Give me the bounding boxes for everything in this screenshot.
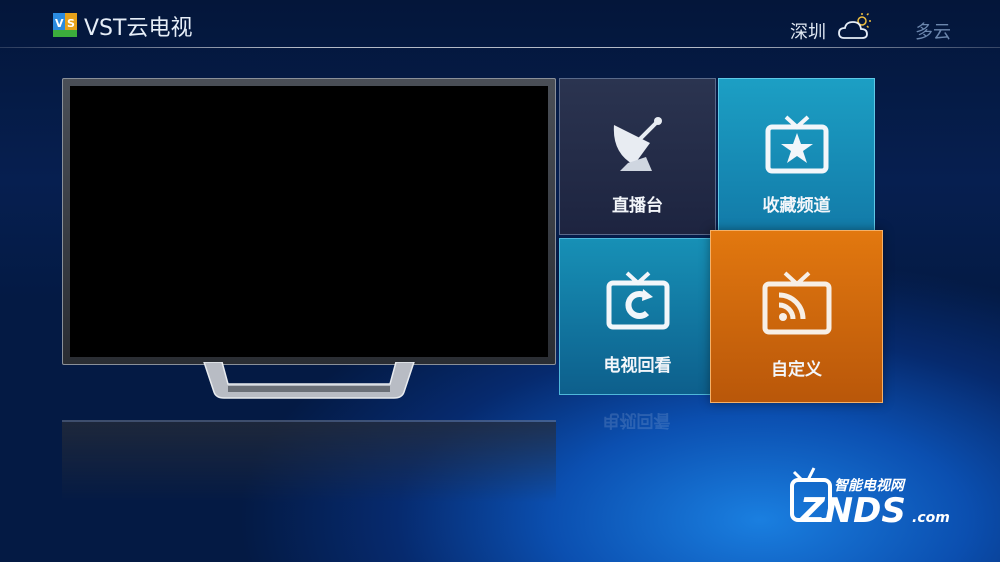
vst-logo-icon: V S — [53, 13, 77, 37]
tv-reflection — [62, 420, 556, 502]
satellite-dish-icon — [613, 117, 662, 171]
watermark-brand: ZNDS — [799, 491, 906, 530]
tv-preview-frame — [62, 78, 556, 365]
watermark-suffix: .com — [912, 510, 950, 526]
app-title: VST云电视 — [84, 16, 193, 41]
svg-text:V: V — [55, 17, 64, 30]
tv-stand — [203, 362, 415, 399]
tile-favorites[interactable]: 收藏频道 — [718, 78, 875, 235]
tv-preview-screen[interactable] — [70, 86, 548, 357]
tile-replay-reflection: 电视回看 — [602, 410, 671, 430]
tv-replay-icon — [606, 271, 669, 330]
svg-text:S: S — [67, 17, 75, 30]
tile-replay[interactable]: 电视回看 — [559, 238, 716, 395]
tile-live[interactable]: 直播台 — [559, 78, 716, 235]
znds-watermark-logo: 智能电视网 ZNDS .com — [790, 467, 950, 530]
header-divider — [0, 47, 1000, 48]
tv-cast-icon — [762, 271, 831, 335]
tv-star-icon — [765, 115, 828, 174]
tile-live-label: 直播台 — [612, 196, 663, 216]
weather-city: 深圳 — [790, 22, 826, 43]
top-bar: V S VST云电视 深圳 多云 — [0, 0, 1000, 48]
tile-custom-label: 自定义 — [771, 360, 822, 380]
weather-condition: 多云 — [915, 22, 951, 43]
tile-custom[interactable]: 自定义 — [710, 230, 883, 403]
tile-replay-label: 电视回看 — [603, 356, 672, 376]
tile-favorites-label: 收藏频道 — [762, 196, 831, 216]
cloudy-weather-icon — [838, 12, 871, 39]
